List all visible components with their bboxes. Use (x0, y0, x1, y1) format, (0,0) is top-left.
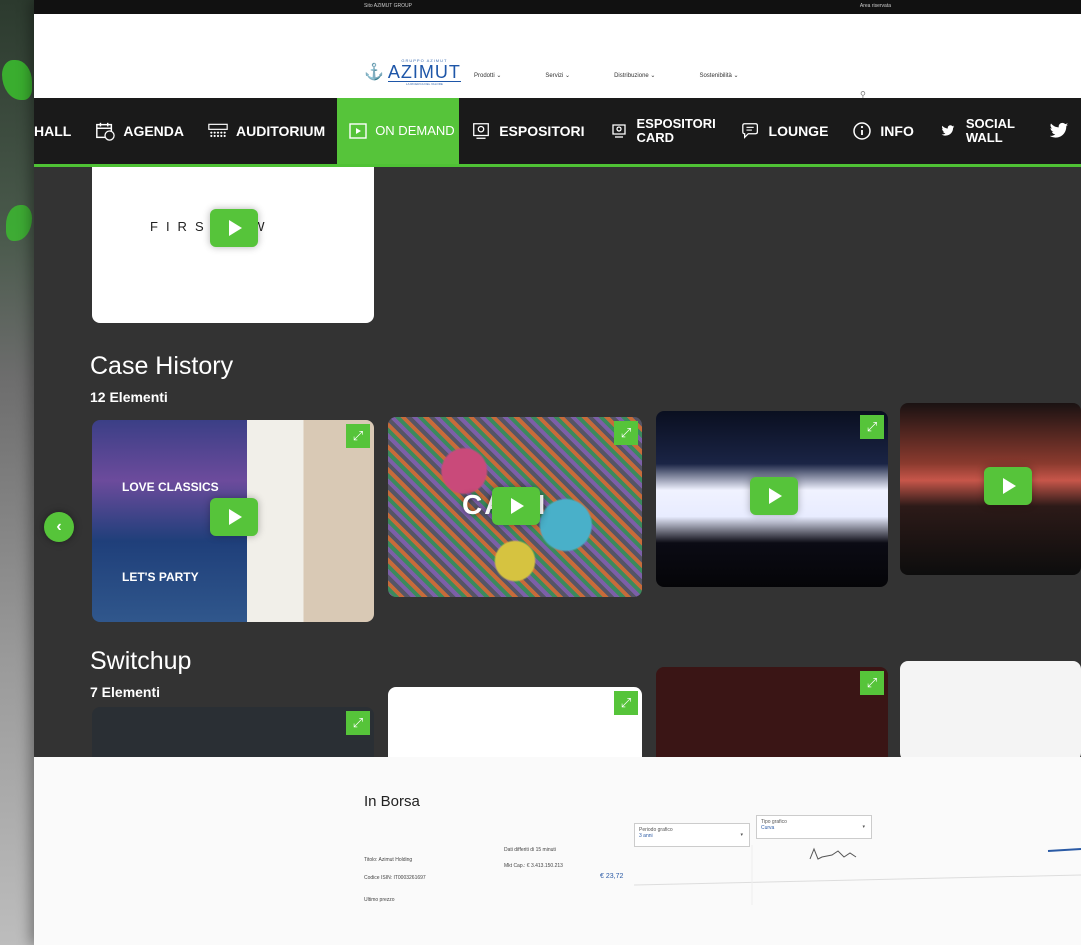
nav-on-demand-label: ON DEMAND (375, 123, 455, 138)
stock-isin: Codice ISIN: IT0003261697 (364, 875, 426, 881)
stock-ultimo-prezzo: Ultimo prezzo (364, 897, 395, 903)
chevron-down-icon: ▾ (862, 824, 865, 830)
azimut-logo[interactable]: ⚓ GRUPPO AZIMUT AZIMUT LA RICERCA DEL VA… (364, 58, 461, 86)
play-button[interactable] (210, 498, 258, 536)
video-thumbnail[interactable]: ⤢ (92, 707, 374, 757)
play-icon (349, 121, 367, 141)
stock-chart-line (809, 847, 857, 860)
nav-auditorium[interactable]: AUDITORIUM (196, 98, 337, 164)
logo-tagline: LA RICERCA DEL VALORE (405, 82, 443, 86)
expand-icon[interactable]: ⤢ (614, 421, 638, 445)
stock-section: In Borsa Titolo: Azimut Holding Codice I… (34, 757, 1081, 945)
chat-icon (741, 121, 761, 141)
video-thumbnail[interactable]: LOVE CLASSICS LET'S PARTY ⤢ (92, 420, 374, 622)
video-thumbnail[interactable] (900, 403, 1081, 575)
expand-icon[interactable]: ⤢ (860, 671, 884, 695)
play-button[interactable] (984, 467, 1032, 505)
nav-espositori-card[interactable]: ESPOSITORI CARD (597, 98, 729, 164)
expand-icon[interactable]: ⤢ (614, 691, 638, 715)
info-icon (852, 121, 872, 141)
nav-info[interactable]: INFO (840, 98, 925, 164)
play-button[interactable] (492, 487, 540, 525)
nav-lounge[interactable]: LOUNGE (729, 98, 841, 164)
case-history-title: Case History (90, 352, 234, 380)
video-card-firstrow[interactable]: FIRS R W (92, 167, 374, 323)
video-thumbnail[interactable]: ⤢ (656, 667, 888, 757)
case-history-count: 12 Elementi (90, 389, 168, 405)
calendar-icon (95, 121, 116, 141)
nav-agenda-label: AGENDA (123, 123, 184, 139)
twitter-link[interactable] (1037, 98, 1081, 164)
chart-period-value: 3 anni (639, 833, 653, 839)
on-demand-content: FIRS R W Case History 12 Elementi ‹ LOVE… (34, 167, 1081, 757)
chevron-down-icon: ▾ (740, 832, 743, 838)
switchup-title: Switchup (90, 647, 192, 675)
stock-chart (634, 845, 1081, 905)
nav-espositori-label: ESPOSITORI (499, 123, 585, 139)
stock-title: In Borsa (364, 793, 420, 810)
background-plant (6, 205, 32, 241)
background-plant (2, 60, 32, 100)
nav-social-wall-label: SOCIAL WALL (965, 116, 1015, 145)
nav-lounge-label: LOUNGE (768, 123, 829, 139)
stock-delay-note: Dati differiti di 15 minuti (504, 847, 556, 853)
thumbnail-caption: LET'S PARTY (122, 570, 199, 584)
play-button[interactable] (750, 477, 798, 515)
carousel-prev-button[interactable]: ‹ (44, 512, 74, 542)
nav-espositori[interactable]: ESPOSITORI (459, 98, 596, 164)
nav-servizi[interactable]: Servizi ⌄ (545, 72, 570, 79)
nav-auditorium-label: AUDITORIUM (236, 123, 326, 139)
azimut-header: ⚓ GRUPPO AZIMUT AZIMUT LA RICERCA DEL VA… (34, 14, 1081, 99)
twitter-icon (1049, 121, 1069, 141)
nav-info-label: INFO (880, 123, 914, 139)
card-icon (609, 121, 629, 141)
top-bar: Sito AZIMUT GROUP Area riservata (34, 0, 1081, 14)
play-button[interactable] (210, 209, 258, 247)
nav-distribuzione[interactable]: Distribuzione ⌄ (614, 72, 655, 79)
nav-prodotti[interactable]: Prodotti ⌄ (474, 72, 501, 79)
nav-espositori-card-label: ESPOSITORI CARD (636, 116, 716, 145)
nav-on-demand[interactable]: ON DEMAND (337, 98, 460, 164)
chart-type-value: Curva (761, 825, 775, 831)
stock-titolo: Titolo: Azimut Holding (364, 857, 413, 863)
nav-agenda[interactable]: AGENDA (83, 98, 196, 164)
video-thumbnail[interactable]: ⤢ (656, 411, 888, 587)
exhibitor-icon (471, 121, 491, 141)
nav-sostenibilita[interactable]: Sostenibilità ⌄ (699, 72, 738, 79)
chart-type-select[interactable]: Tipo grafico Curva ▾ (756, 815, 872, 839)
browser-screen: Sito AZIMUT GROUP Area riservata ⚓ GRUPP… (34, 0, 1081, 945)
reserved-area-link[interactable]: Area riservata (860, 3, 891, 9)
azimut-nav: Prodotti ⌄ Servizi ⌄ Distribuzione ⌄ Sos… (474, 72, 739, 79)
video-thumbnail[interactable]: ⤢ (388, 687, 642, 757)
video-thumbnail[interactable] (900, 661, 1081, 757)
expand-icon[interactable]: ⤢ (860, 415, 884, 439)
thumbnail-caption: LOVE CLASSICS (122, 480, 219, 494)
nav-hall-label: HALL (34, 123, 72, 139)
anchor-icon: ⚓ (364, 64, 384, 81)
group-link[interactable]: Sito AZIMUT GROUP (364, 3, 412, 9)
main-nav: HALL AGENDA AUDITORIUM ON DEMAND ESPOSIT… (34, 98, 1081, 167)
chart-period-select[interactable]: Periodo grafico 3 anni ▾ (634, 823, 750, 847)
auditorium-icon (208, 121, 228, 141)
nav-social-wall[interactable]: SOCIAL WALL (926, 98, 1022, 164)
switchup-count: 7 Elementi (90, 684, 161, 700)
logo-text: AZIMUT (387, 62, 461, 82)
expand-icon[interactable]: ⤢ (346, 424, 370, 448)
video-thumbnail[interactable]: CA RI ⤢ (388, 417, 642, 597)
nav-hall[interactable]: HALL (34, 98, 83, 164)
stock-market-cap: Mkt Cap.: € 3.413.150.213 (504, 863, 563, 869)
twitter-icon (938, 121, 958, 141)
stock-price: € 23,72 (600, 873, 624, 880)
expand-icon[interactable]: ⤢ (346, 711, 370, 735)
